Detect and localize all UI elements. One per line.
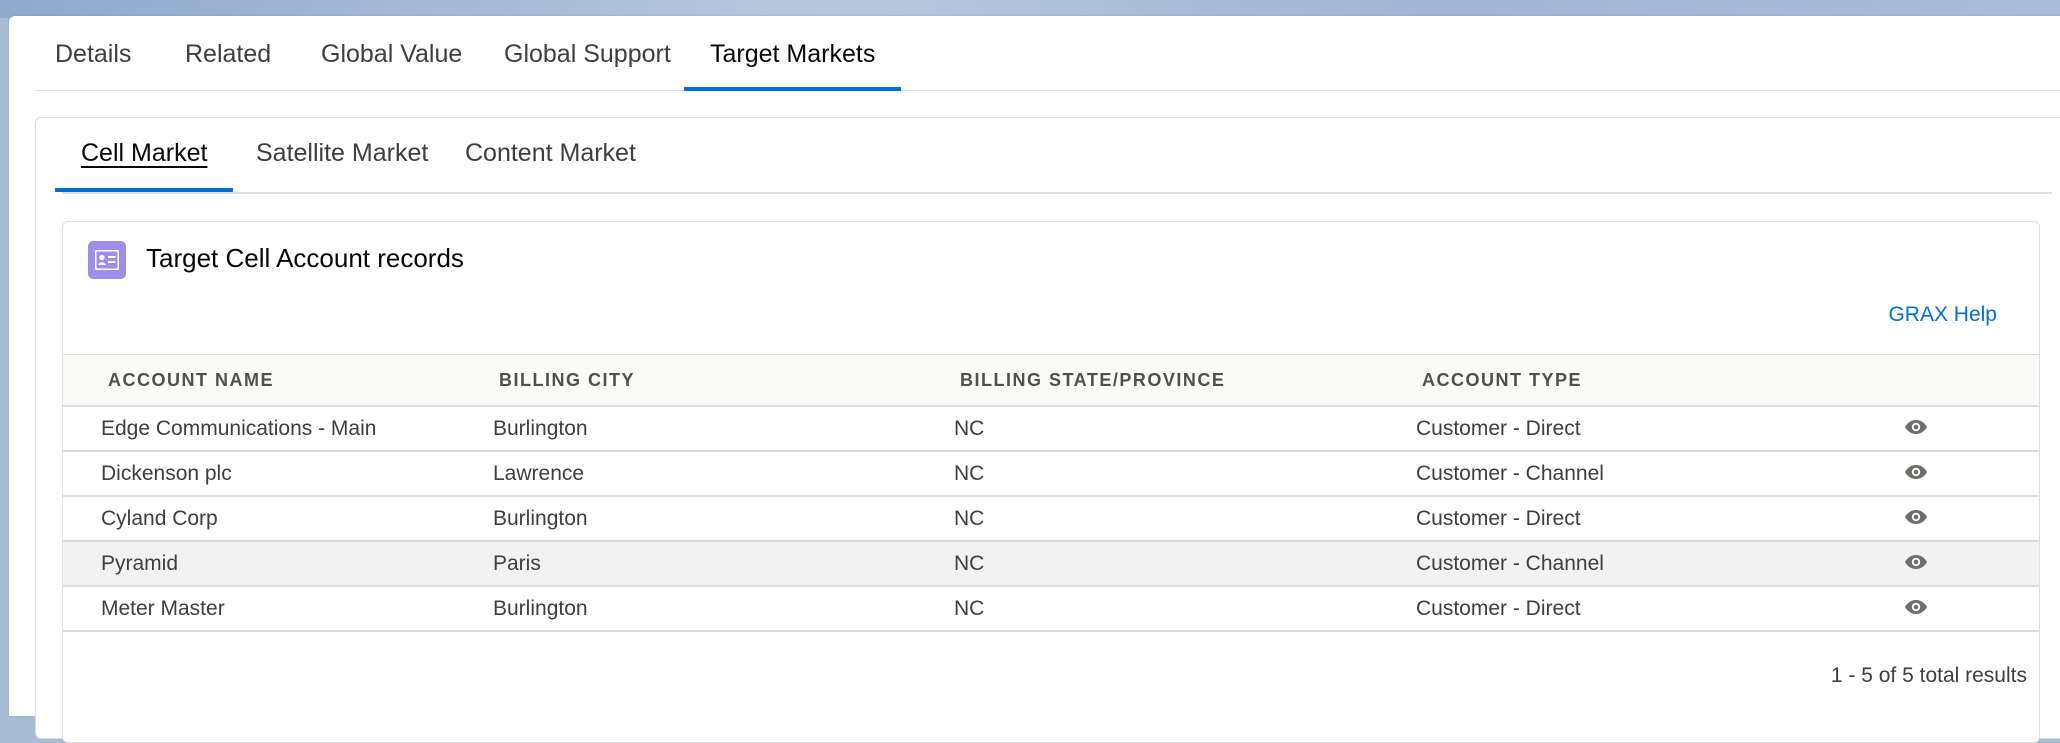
table-row: Pyramid Paris NC Customer - Channel	[63, 541, 2039, 587]
related-list-title: Target Cell Account records	[146, 243, 464, 273]
account-type-cell: Customer - Direct	[1416, 586, 1876, 632]
record-detail-card: Details Related Global Value Global Supp…	[9, 16, 2060, 743]
tab-target-markets[interactable]: Target Markets	[683, 40, 902, 91]
account-name-link[interactable]: Meter Master	[63, 586, 493, 632]
contact-card-icon	[88, 241, 126, 279]
column-header-billing-state[interactable]: BILLING STATE/PROVINCE	[954, 354, 1416, 407]
billing-city-cell: Paris	[493, 541, 954, 587]
tab-global-value[interactable]: Global Value	[321, 40, 462, 90]
accounts-table: ACCOUNT NAME BILLING CITY BILLING STATE/…	[63, 354, 2039, 632]
column-header-account-name[interactable]: ACCOUNT NAME	[63, 354, 493, 407]
tab-global-support[interactable]: Global Support	[504, 40, 671, 90]
billing-city-cell: Burlington	[493, 406, 954, 452]
column-header-account-type[interactable]: ACCOUNT TYPE	[1416, 354, 1876, 407]
billing-state-cell: NC	[954, 586, 1416, 632]
billing-state-cell: NC	[954, 451, 1416, 497]
account-type-cell: Customer - Channel	[1416, 451, 1876, 497]
billing-state-cell: NC	[954, 406, 1416, 452]
column-header-actions	[1876, 354, 2039, 407]
account-name-link[interactable]: Pyramid	[63, 541, 493, 587]
target-markets-panel: Cell Market Satellite Market Content Mar…	[35, 117, 2060, 743]
billing-state-cell: NC	[954, 496, 1416, 542]
tab-satellite-market[interactable]: Satellite Market	[256, 139, 428, 191]
results-count: 1 - 5 of 5 total results	[1830, 664, 2027, 687]
account-type-cell: Customer - Direct	[1416, 406, 1876, 452]
account-type-cell: Customer - Direct	[1416, 496, 1876, 542]
related-list-card: Target Cell Account records GRAX Help AC…	[62, 221, 2040, 743]
record-tabs: Details Related Global Value Global Supp…	[35, 16, 2060, 91]
billing-city-cell: Lawrence	[493, 451, 954, 497]
eye-icon[interactable]	[1904, 462, 1928, 486]
tab-related[interactable]: Related	[185, 40, 271, 90]
tab-cell-market[interactable]: Cell Market	[54, 139, 234, 192]
account-type-cell: Customer - Channel	[1416, 541, 1876, 587]
table-row: Dickenson plc Lawrence NC Customer - Cha…	[63, 451, 2039, 497]
account-name-link[interactable]: Edge Communications - Main	[63, 406, 493, 452]
account-name-link[interactable]: Cyland Corp	[63, 496, 493, 542]
market-tabs: Cell Market Satellite Market Content Mar…	[54, 118, 2052, 194]
tab-content-market[interactable]: Content Market	[465, 139, 636, 191]
billing-city-cell: Burlington	[493, 586, 954, 632]
table-row: Cyland Corp Burlington NC Customer - Dir…	[63, 496, 2039, 542]
table-row: Edge Communications - Main Burlington NC…	[63, 406, 2039, 452]
billing-city-cell: Burlington	[493, 496, 954, 542]
table-row: Meter Master Burlington NC Customer - Di…	[63, 586, 2039, 632]
eye-icon[interactable]	[1904, 597, 1928, 621]
eye-icon[interactable]	[1904, 417, 1928, 441]
eye-icon[interactable]	[1904, 552, 1928, 576]
billing-state-cell: NC	[954, 541, 1416, 587]
account-name-link[interactable]: Dickenson plc	[63, 451, 493, 497]
column-header-billing-city[interactable]: BILLING CITY	[493, 354, 954, 407]
tab-details[interactable]: Details	[55, 40, 131, 90]
eye-icon[interactable]	[1904, 507, 1928, 531]
table-header-row: ACCOUNT NAME BILLING CITY BILLING STATE/…	[63, 354, 2039, 407]
grax-help-link[interactable]: GRAX Help	[1888, 303, 1997, 327]
